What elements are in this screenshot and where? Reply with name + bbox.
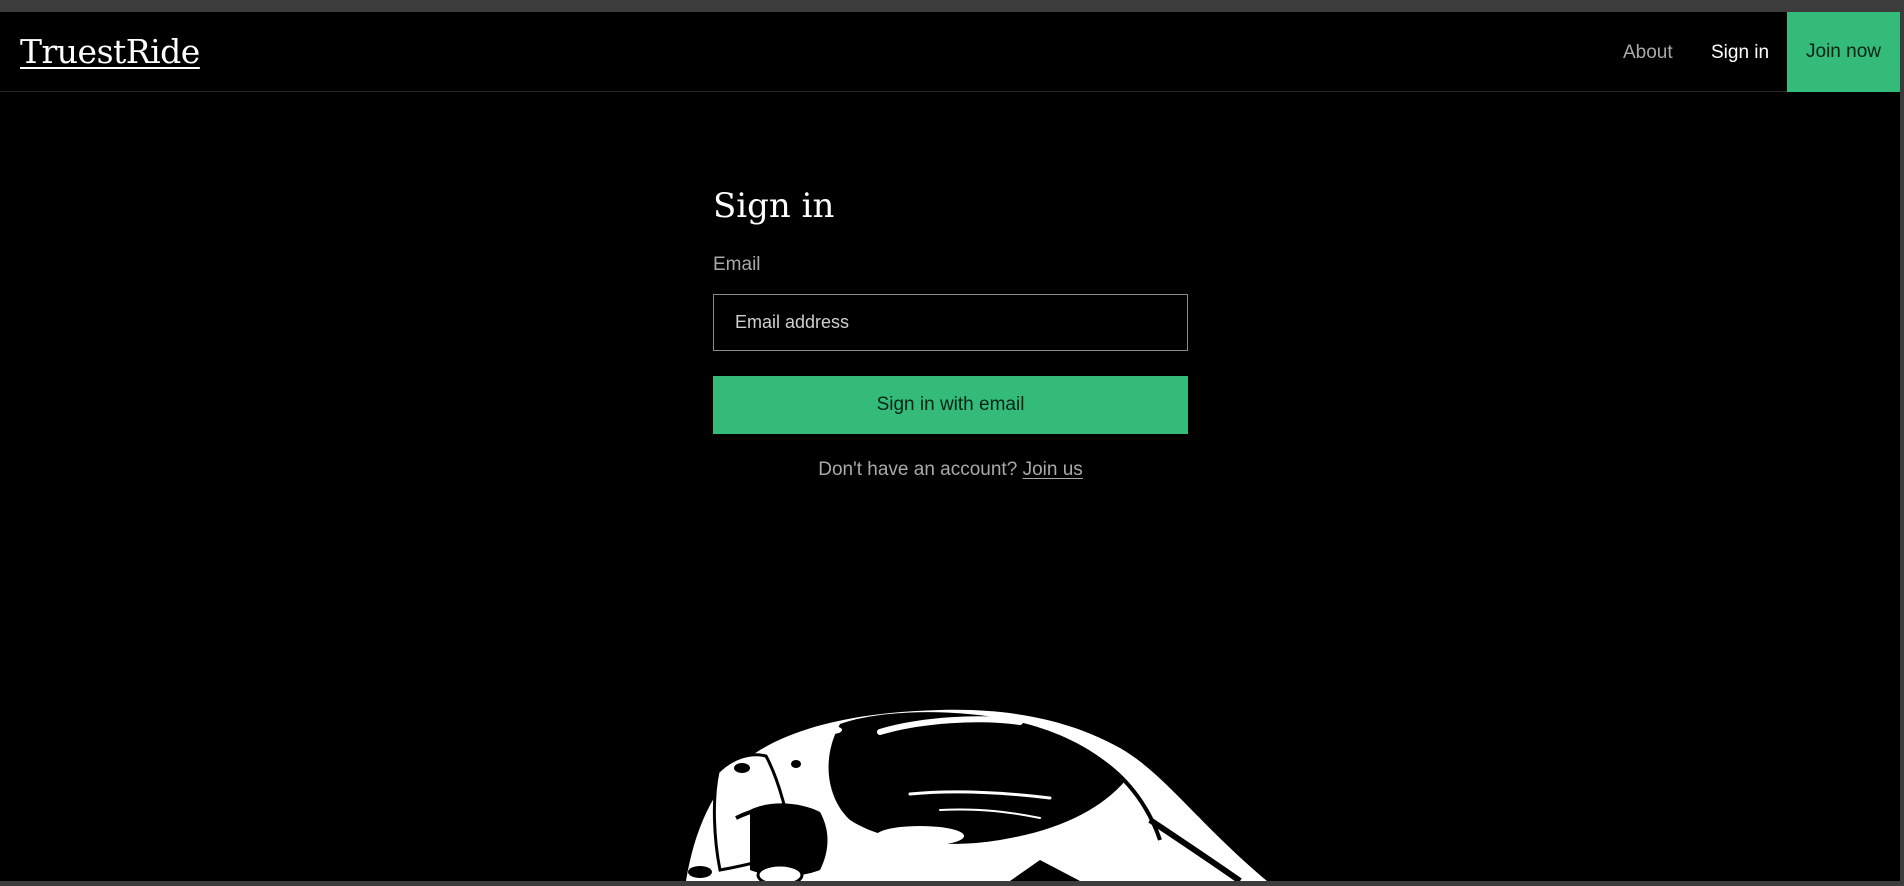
email-input[interactable]	[713, 294, 1188, 351]
nav-about-link[interactable]: About	[1623, 42, 1673, 64]
browser-scrollbar[interactable]	[1900, 0, 1904, 886]
join-us-link[interactable]: Join us	[1023, 459, 1083, 480]
logo-link[interactable]: TruestRide	[20, 32, 200, 71]
browser-top-bar	[0, 0, 1904, 12]
email-label: Email	[713, 254, 761, 275]
browser-bottom-bar	[0, 881, 1904, 886]
sign-in-with-email-button[interactable]: Sign in with email	[713, 376, 1188, 434]
nav-join-now-button[interactable]: Join now	[1787, 12, 1900, 92]
no-account-text: Don't have an account?	[818, 459, 1018, 480]
site-header: TruestRide About Sign in Join now	[0, 12, 1900, 92]
no-account-line: Don't have an account? Join us	[713, 459, 1188, 481]
page-title: Sign in	[713, 186, 835, 226]
helmet-illustration-icon	[680, 700, 1280, 881]
nav-sign-in-link[interactable]: Sign in	[1711, 42, 1769, 64]
